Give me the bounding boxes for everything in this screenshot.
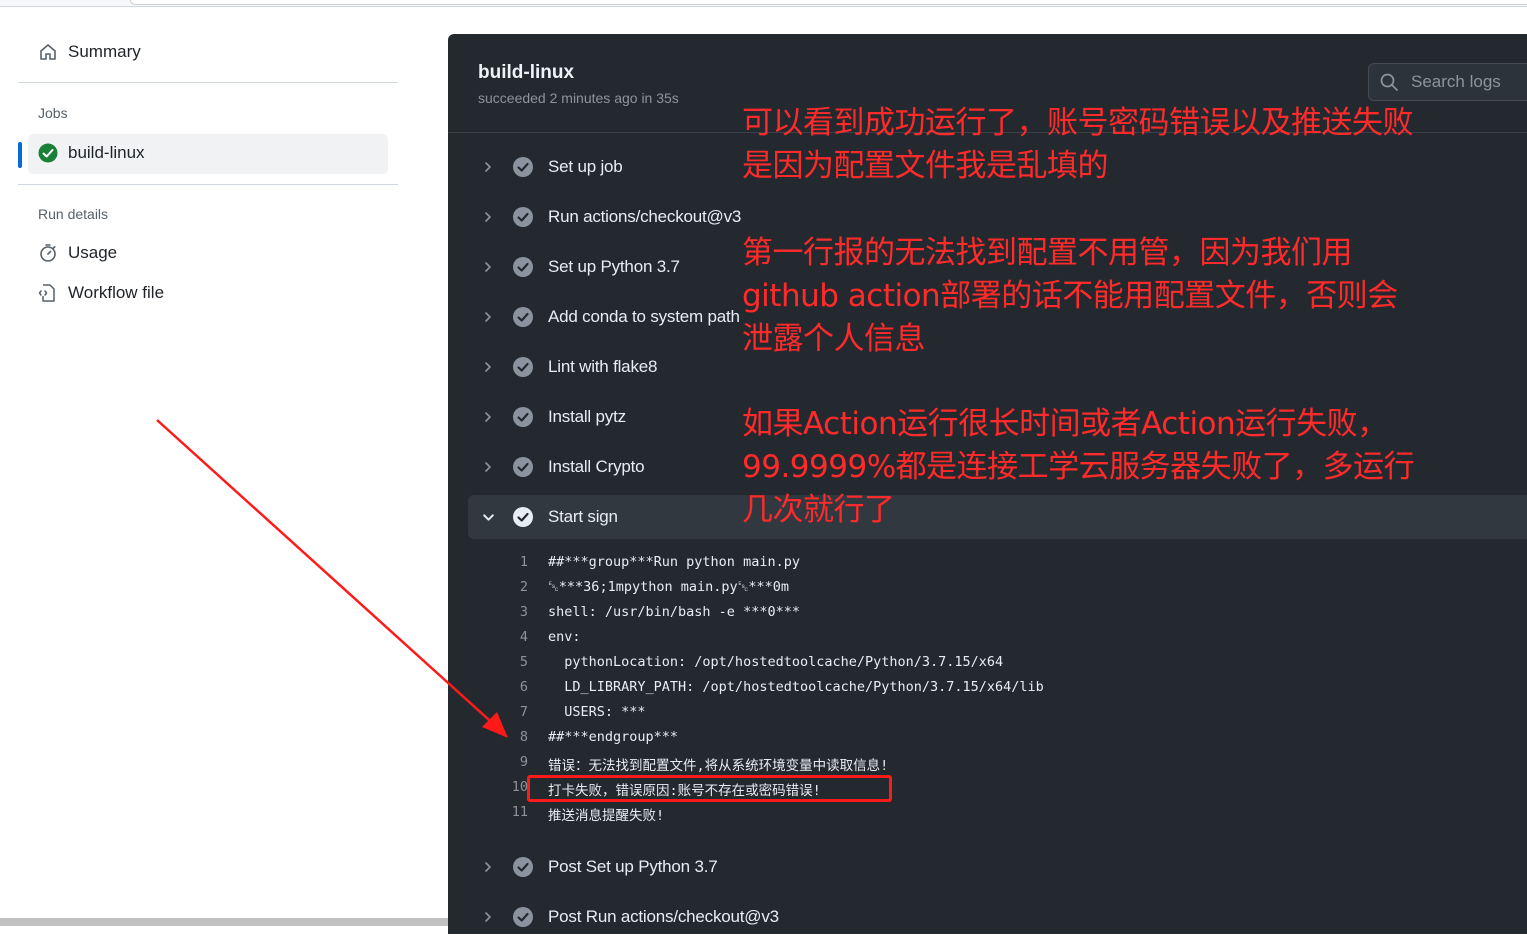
chevron-down-icon[interactable] [482,511,495,524]
step-toggle[interactable] [478,861,498,873]
sidebar-divider [18,184,398,185]
step-success-icon [513,357,533,377]
chevron-right-icon[interactable] [482,411,494,423]
chevron-right-icon[interactable] [482,861,494,873]
sidebar-active-indicator [18,142,22,168]
job-title: build-linux [478,62,575,83]
log-line-number[interactable]: 1 [498,554,528,570]
workflow-file-icon [38,284,55,302]
log-line-number[interactable]: 7 [498,704,528,720]
chevron-right-icon[interactable] [482,261,494,273]
annotation-retry-note: 如果Action运行很长时间或者Action运行失败， 99.9999%都是连接… [742,406,1415,528]
chevron-right-icon[interactable] [482,361,494,373]
step-toggle[interactable] [478,311,498,323]
step-label: Run actions/checkout@v3 [548,207,742,226]
step-success-icon [513,207,533,227]
step-success-icon [513,407,533,427]
home-icon [40,44,56,60]
sidebar-divider [18,82,398,83]
sidebar-item-summary[interactable]: Summary [38,42,141,62]
log-line-text: LD_LIBRARY_PATH: /opt/hostedtoolcache/Py… [548,679,1044,695]
sidebar-item-workflow-file[interactable]: Workflow file [38,283,164,303]
sidebar-item-build-linux[interactable]: build-linux [38,143,145,163]
job-status: succeeded 2 minutes ago in 35s [478,90,679,106]
step-success-icon [513,857,533,877]
log-line-number[interactable]: 6 [498,679,528,695]
sidebar-item-label: Summary [68,42,141,61]
step-toggle[interactable] [478,461,498,473]
step-success-icon [513,157,533,177]
sidebar-item-label: Workflow file [68,283,165,302]
log-line-text: env: [548,629,581,645]
log-line-number[interactable]: 3 [498,604,528,620]
highlight-box [527,775,892,802]
step-label: Set up job [548,157,623,176]
chevron-right-icon[interactable] [482,211,494,223]
search-logs-input[interactable] [1409,71,1527,93]
log-line-text: USERS: *** [548,704,646,720]
step-toggle[interactable] [478,411,498,423]
log-line-text: 错误：无法找到配置文件,将从系统环境变量中读取信息! [548,758,889,774]
log-line-number[interactable]: 8 [498,729,528,745]
step-label: Post Run actions/checkout@v3 [548,907,779,926]
step-label: Lint with flake8 [548,357,658,376]
search-icon [1380,73,1398,91]
sidebar-item-label: Usage [68,243,118,262]
log-line-number[interactable]: 9 [498,754,528,770]
step-success-icon [513,507,533,527]
step-label: Install pytz [548,407,626,426]
sidebar: Summary Jobs build-linux Run details Usa… [0,0,530,926]
log-line-number[interactable]: 2 [498,579,528,595]
step-toggle[interactable] [478,511,498,524]
search-logs[interactable] [1368,63,1527,101]
step-success-icon [513,907,533,927]
log-line-text: ##***group***Run python main.py [548,554,800,570]
log-line-text: ␛***36;1mpython main.py␛***0m [548,579,790,595]
step-toggle[interactable] [478,911,498,923]
sidebar-item-usage[interactable]: Usage [38,243,117,263]
step-label: Install Crypto [548,457,645,476]
chevron-right-icon[interactable] [482,161,494,173]
step-success-icon [513,457,533,477]
log-line-number[interactable]: 10 [498,779,528,795]
step-row[interactable]: Post Set up Python 3.7 [468,845,1527,889]
log-line-number[interactable]: 5 [498,654,528,670]
sidebar-item-label: build-linux [68,143,145,162]
step-label: Start sign [548,507,618,526]
step-success-icon [513,307,533,327]
step-toggle[interactable] [478,261,498,273]
step-label: Add conda to system path [548,307,740,326]
log-line-text: 推送消息提醒失败! [548,808,665,824]
annotation-config-note: 第一行报的无法找到配置不用管，因为我们用 github action部署的话不能… [742,235,1398,357]
chevron-right-icon[interactable] [482,911,494,923]
chevron-right-icon[interactable] [482,311,494,323]
run-details-heading: Run details [38,206,109,222]
stopwatch-icon [40,244,56,262]
step-toggle[interactable] [478,361,498,373]
log-line-text: pythonLocation: /opt/hostedtoolcache/Pyt… [548,654,1004,670]
chevron-right-icon[interactable] [482,461,494,473]
log-line-number[interactable]: 11 [498,804,528,820]
log-line-text: ##***endgroup*** [548,729,679,745]
step-success-icon [513,257,533,277]
step-label: Set up Python 3.7 [548,257,680,276]
jobs-heading: Jobs [38,105,68,121]
success-check-icon [38,143,58,163]
step-row[interactable]: Post Run actions/checkout@v3 [468,895,1527,939]
step-label: Post Set up Python 3.7 [548,857,718,876]
log-line-text: shell: /usr/bin/bash -e ***0*** [548,604,800,620]
log-line-number[interactable]: 4 [498,629,528,645]
step-toggle[interactable] [478,211,498,223]
annotation-success-note: 可以看到成功运行了，账号密码错误以及推送失败 是因为配置文件我是乱填的 [742,105,1414,184]
step-toggle[interactable] [478,161,498,173]
